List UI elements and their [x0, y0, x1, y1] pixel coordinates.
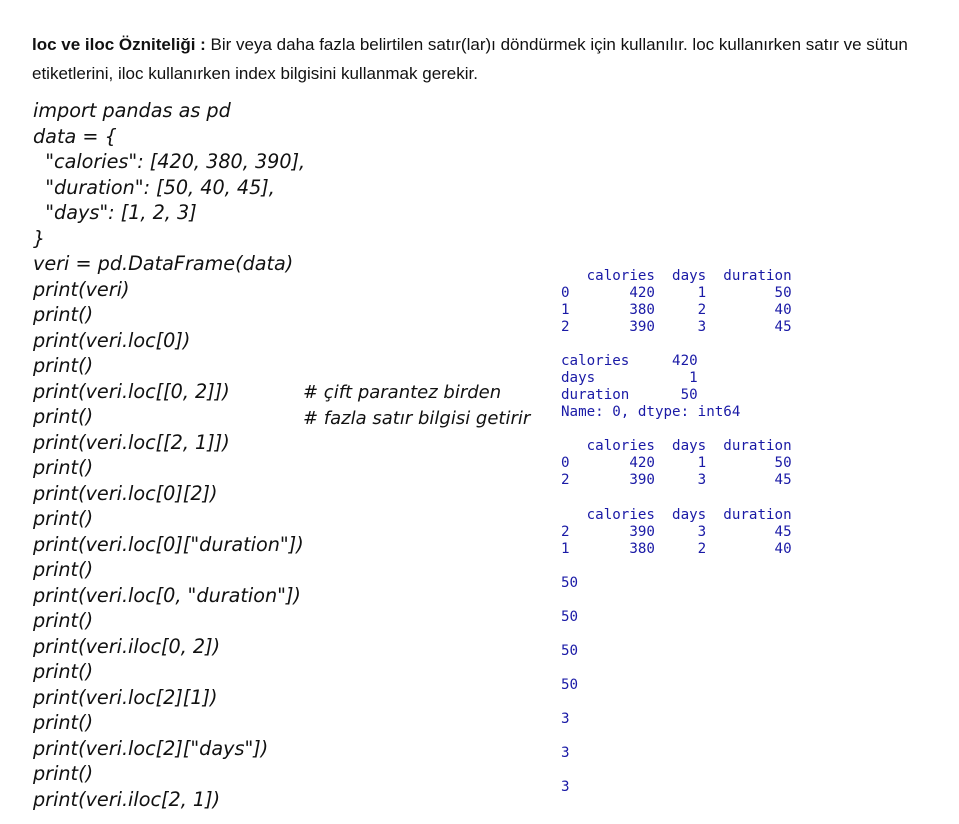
output-value: 50 — [561, 575, 579, 591]
comment-line: # çift parantez birden — [303, 382, 502, 403]
intro-paragraph: loc ve iloc Özniteliği : Bir veya daha f… — [32, 30, 942, 88]
code-comment: # çift parantez birden # fazla satır bil… — [303, 380, 530, 431]
code-line: print() — [33, 762, 94, 785]
output-value: 50 — [561, 609, 579, 625]
output-dataframe: calories days duration 0 420 1 50 2 390 … — [561, 438, 792, 488]
code-line: "days": [1, 2, 3] — [33, 201, 197, 224]
code-line: print() — [33, 405, 94, 428]
code-line: print(veri.loc[[0, 2]]) — [33, 379, 230, 403]
code-line: data = { — [33, 124, 117, 148]
code-line: print(veri.loc[2][1]) — [33, 685, 218, 709]
output-series: calories 420 days 1 duration 50 Name: 0,… — [561, 353, 741, 420]
code-line: print() — [33, 711, 94, 734]
output-value: 3 — [561, 711, 570, 727]
code-line: print() — [33, 303, 94, 326]
code-line: print() — [33, 456, 94, 479]
comment-line: # fazla satır bilgisi getirir — [303, 407, 531, 429]
code-line: print(veri.loc[[2, 1]]) — [33, 430, 230, 454]
code-line: } — [33, 226, 46, 250]
output-dataframe: calories days duration 0 420 1 50 1 380 … — [561, 268, 792, 335]
code-line: print() — [33, 558, 94, 581]
code-line: "calories": [420, 380, 390], — [33, 150, 306, 173]
code-line: print() — [33, 507, 94, 530]
intro-title: loc ve iloc Özniteliği : — [32, 35, 206, 54]
code-line: print(veri.loc[0, "duration"]) — [33, 583, 301, 607]
code-line: print() — [33, 354, 94, 377]
output-value: 3 — [561, 745, 570, 761]
code-block: import pandas as pd data = { "calories":… — [33, 98, 305, 812]
code-line: import pandas as pd — [33, 99, 231, 122]
code-line: print(veri.loc[0][2]) — [33, 481, 218, 505]
code-line: print() — [33, 609, 94, 632]
code-line: print(veri.iloc[0, 2]) — [33, 634, 221, 658]
code-line: print(veri.loc[0]["duration"]) — [33, 532, 304, 556]
output-value: 3 — [561, 779, 570, 795]
output-value: 50 — [561, 677, 579, 693]
code-line: print(veri.iloc[2, 1]) — [33, 787, 221, 811]
code-line: "duration": [50, 40, 45], — [33, 175, 275, 199]
code-line: print(veri.loc[0]) — [33, 328, 191, 352]
code-line: veri = pd.DataFrame(data) — [33, 252, 294, 275]
code-line: print(veri.loc[2]["days"]) — [33, 736, 269, 760]
output-value: 50 — [561, 643, 579, 659]
output-dataframe: calories days duration 2 390 3 45 1 380 … — [561, 507, 792, 557]
code-line: print(veri) — [33, 277, 130, 301]
code-line: print() — [33, 660, 94, 683]
